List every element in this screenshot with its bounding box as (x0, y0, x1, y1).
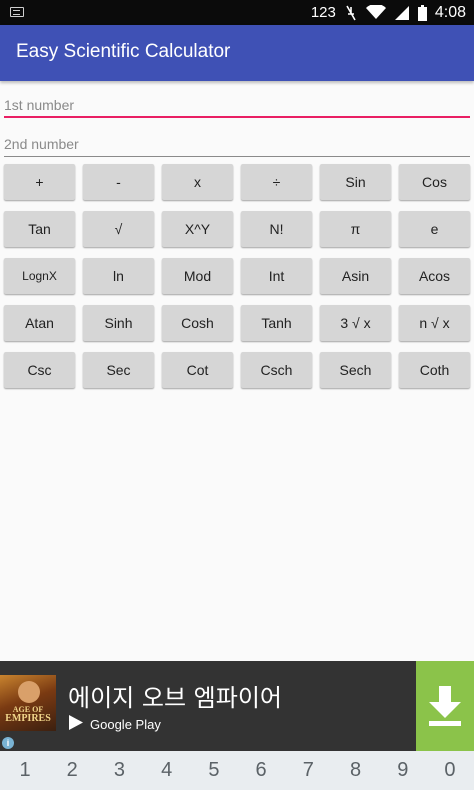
clock: 4:08 (434, 3, 466, 21)
num-key-8[interactable]: 8 (348, 759, 364, 782)
power-button[interactable]: X^Y (162, 211, 233, 247)
cos-button[interactable]: Cos (399, 164, 470, 200)
cot-button[interactable]: Cot (162, 352, 233, 388)
sech-button[interactable]: Sech (320, 352, 391, 388)
sqrt-button[interactable]: √ (83, 211, 154, 247)
wifi-icon (365, 5, 386, 20)
tanh-button[interactable]: Tanh (241, 305, 312, 341)
acos-button[interactable]: Acos (399, 258, 470, 294)
factorial-button[interactable]: N! (241, 211, 312, 247)
ad-store-badge[interactable]: Google Play (68, 714, 161, 734)
first-number-underline (4, 116, 470, 118)
ad-title[interactable]: 에이지 오브 엠파이어 (68, 678, 282, 713)
divide-button[interactable]: ÷ (241, 164, 312, 200)
cosh-button[interactable]: Cosh (162, 305, 233, 341)
signal-icon (394, 5, 410, 21)
multiply-button[interactable]: x (162, 164, 233, 200)
num-key-9[interactable]: 9 (395, 759, 411, 782)
num-key-0[interactable]: 0 (442, 759, 458, 782)
ad-info-icon[interactable]: i (2, 737, 14, 749)
app-bar: Easy Scientific Calculator (0, 25, 474, 81)
cube-root-button[interactable]: 3 √ x (320, 305, 391, 341)
ad-banner[interactable]: AGE OF EMPIRES 에이지 오브 엠파이어 Google Play i (0, 661, 474, 751)
second-number-field[interactable] (4, 123, 470, 157)
number-keyboard-row: 1 2 3 4 5 6 7 8 9 0 (0, 751, 474, 790)
mod-button[interactable]: Mod (162, 258, 233, 294)
csc-button[interactable]: Csc (4, 352, 75, 388)
num-key-2[interactable]: 2 (64, 759, 80, 782)
status-icons: 123 4:08 (311, 0, 466, 25)
nth-root-button[interactable]: n √ x (399, 305, 470, 341)
ad-thumbnail-logo-line2: EMPIRES (5, 713, 51, 724)
second-number-input[interactable] (4, 123, 470, 157)
num-key-1[interactable]: 1 (17, 759, 33, 782)
app-title: Easy Scientific Calculator (16, 41, 231, 62)
atan-button[interactable]: Atan (4, 305, 75, 341)
tan-button[interactable]: Tan (4, 211, 75, 247)
subtract-button[interactable]: - (83, 164, 154, 200)
pi-button[interactable]: π (320, 211, 391, 247)
ad-game-thumbnail[interactable]: AGE OF EMPIRES (0, 675, 56, 731)
battery-icon (417, 4, 427, 21)
asin-button[interactable]: Asin (320, 258, 391, 294)
status-bar: 123 4:08 (0, 0, 474, 25)
download-icon (429, 686, 461, 726)
num-key-5[interactable]: 5 (206, 759, 222, 782)
first-number-input[interactable] (4, 84, 470, 118)
int-button[interactable]: Int (241, 258, 312, 294)
num-key-7[interactable]: 7 (300, 759, 316, 782)
add-button[interactable]: + (4, 164, 75, 200)
coth-button[interactable]: Coth (399, 352, 470, 388)
logn-button[interactable]: LognX (4, 258, 75, 294)
no-data-icon (344, 5, 358, 21)
csch-button[interactable]: Csch (241, 352, 312, 388)
ad-download-button[interactable] (416, 661, 474, 751)
ln-button[interactable]: ln (83, 258, 154, 294)
keyboard-icon (10, 7, 24, 17)
function-keypad: + - x ÷ Sin Cos Tan √ X^Y N! π e LognX l… (4, 164, 470, 388)
sinh-button[interactable]: Sinh (83, 305, 154, 341)
ad-thumbnail-art (18, 681, 40, 703)
ad-store-label: Google Play (90, 716, 161, 732)
sec-button[interactable]: Sec (83, 352, 154, 388)
num-key-4[interactable]: 4 (159, 759, 175, 782)
num-key-3[interactable]: 3 (111, 759, 127, 782)
second-number-underline (4, 156, 470, 157)
num-key-6[interactable]: 6 (253, 759, 269, 782)
google-play-icon (68, 714, 84, 734)
e-button[interactable]: e (399, 211, 470, 247)
sin-button[interactable]: Sin (320, 164, 391, 200)
network-label: 123 (310, 4, 336, 21)
first-number-field[interactable] (4, 84, 470, 118)
